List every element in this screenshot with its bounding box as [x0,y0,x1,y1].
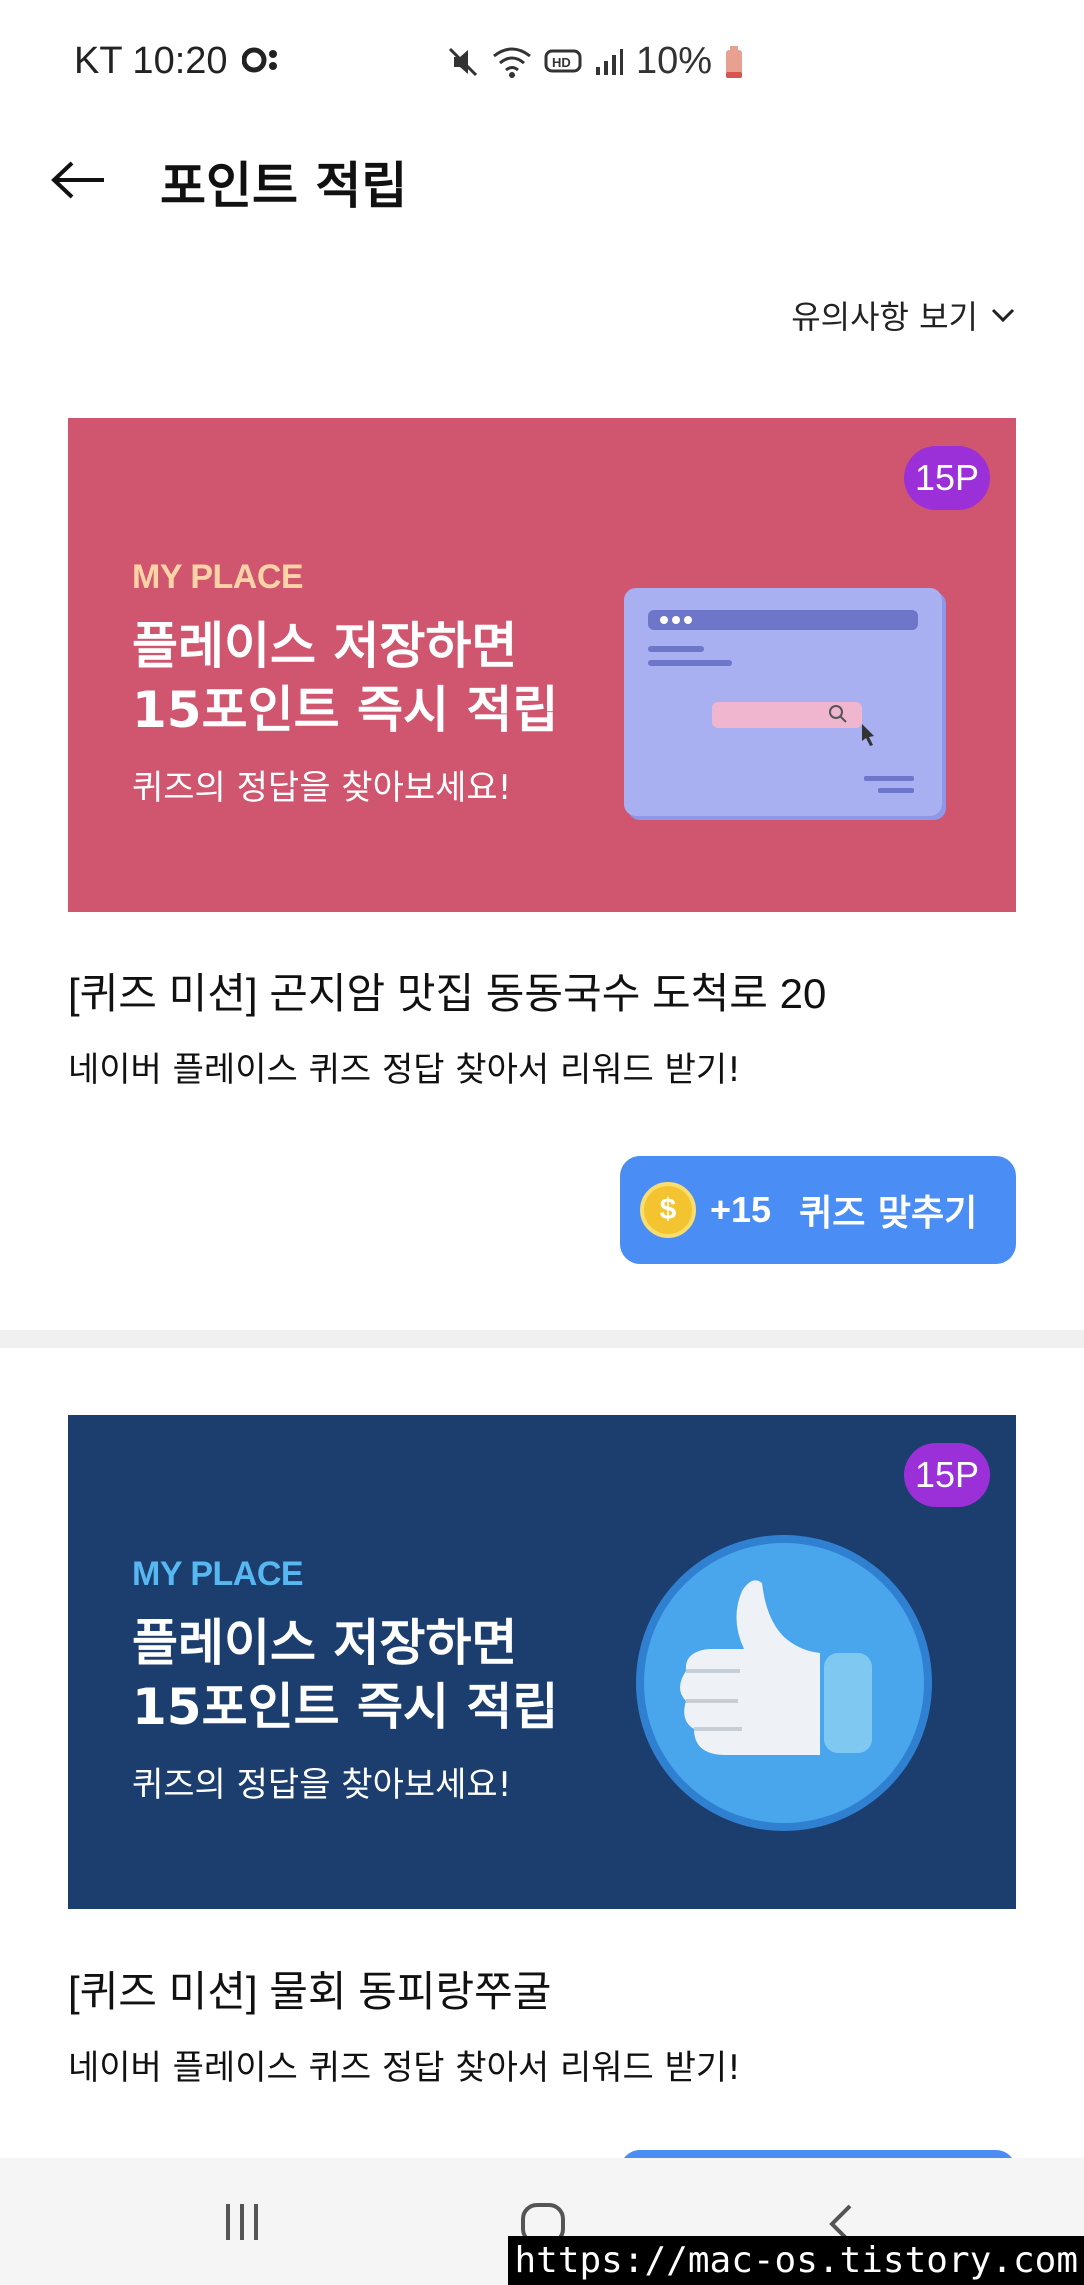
recent-apps-icon [226,2204,258,2240]
banner-eyebrow: MY PLACE [132,1555,304,1593]
banner-headline-line-1: 플레이스 저장하면 [132,617,518,675]
app-header: 포인트 적립 [0,130,1084,230]
banner-subtitle: 퀴즈의 정답을 찾아보세요! [132,768,512,808]
signal-icon [594,47,624,77]
back-button[interactable] [46,148,110,212]
banner-headline: 플레이스 저장하면 15포인트 즉시 적립 [132,1611,558,1739]
points-badge: 15P [904,1443,990,1507]
mission-description: 네이버 플레이스 퀴즈 정답 찾아서 리워드 받기! [68,1050,741,1090]
mission-title[interactable]: [퀴즈 미션] 물회 동피랑쭈굴 [68,1958,551,2019]
status-carrier-time: KT 10:20 [74,40,228,82]
svg-text:HD: HD [552,55,571,70]
status-bar: KT 10:20 HD 10% [0,0,1084,130]
quiz-answer-button[interactable]: $ +15 퀴즈 맞추기 [620,1156,1016,1264]
banner-headline-line-2: 15포인트 즉시 적립 [132,1678,559,1736]
banner-headline-line-2: 15포인트 즉시 적립 [132,681,559,739]
points-badge: 15P [904,446,990,510]
quiz-button-label: 퀴즈 맞추기 [799,1193,978,1234]
thumbs-up-illustration [636,1535,932,1831]
watermark: https://mac-os.tistory.com [508,2236,1084,2285]
chevron-down-icon [991,308,1015,323]
battery-icon [724,45,744,79]
hd-icon: HD [544,47,582,77]
coin-icon: $ [640,1182,696,1238]
battery-percent: 10% [635,40,712,82]
banner-headline-line-1: 플레이스 저장하면 [132,1614,518,1672]
arrow-left-icon [51,161,104,199]
mission-description: 네이버 플레이스 퀴즈 정답 찾아서 리워드 받기! [68,2048,741,2088]
mute-icon [446,45,480,79]
recent-apps-button[interactable] [222,2202,262,2246]
notification-icon [241,40,280,83]
page-title: 포인트 적립 [160,157,408,215]
quiz-button-points: +15 [710,1189,772,1230]
notice-toggle-label: 유의사항 보기 [791,298,978,336]
wifi-icon [492,46,532,78]
browser-search-illustration [624,588,946,820]
mission-banner[interactable]: 15P MY PLACE 플레이스 저장하면 15포인트 즉시 적립 퀴즈의 정… [68,1415,1016,1909]
mission-title[interactable]: [퀴즈 미션] 곤지암 맛집 동동국수 도척로 20 [68,960,826,1021]
section-divider [0,1330,1084,1348]
mission-banner[interactable]: 15P MY PLACE 플레이스 저장하면 15포인트 즉시 적립 퀴즈의 정… [68,418,1016,912]
banner-eyebrow: MY PLACE [132,558,304,596]
banner-headline: 플레이스 저장하면 15포인트 즉시 적립 [132,614,558,742]
notice-toggle-button[interactable]: 유의사항 보기 [791,292,1016,338]
banner-subtitle: 퀴즈의 정답을 찾아보세요! [132,1765,512,1805]
